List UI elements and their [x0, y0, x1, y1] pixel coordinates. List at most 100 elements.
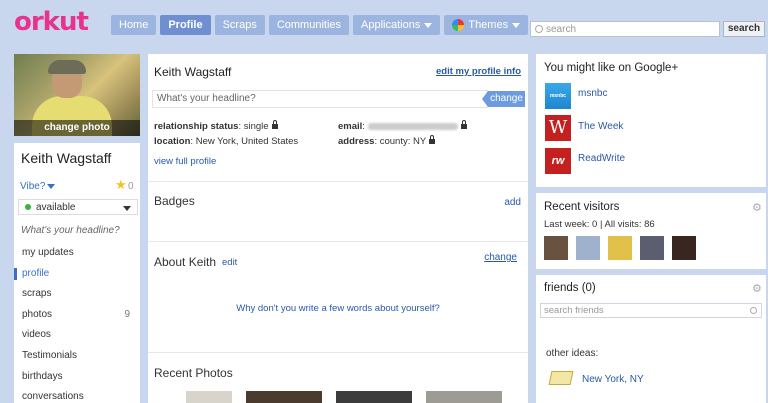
- headline-input[interactable]: What's your headline?: [152, 90, 488, 108]
- sidebar-item-videos[interactable]: videos: [14, 325, 140, 346]
- google-plus-title: You might like on Google+: [544, 62, 679, 74]
- sidebar-item-label: conversations: [22, 391, 84, 403]
- suggestion-new-york[interactable]: New York, NY: [582, 374, 644, 385]
- lock-icon: [271, 120, 278, 129]
- sidebar-item-label: photos: [22, 308, 53, 320]
- nav-applications[interactable]: Applications: [353, 15, 441, 35]
- sidebar-item-conversations[interactable]: conversations: [14, 387, 140, 403]
- recent-photo-thumb[interactable]: [186, 391, 232, 403]
- sidebar-item-label: videos: [22, 329, 51, 341]
- about-edit-link[interactable]: edit: [222, 257, 237, 268]
- nav-scraps[interactable]: Scraps: [214, 15, 265, 35]
- divider: [148, 352, 528, 353]
- sidebar-item-label: profile: [22, 267, 50, 279]
- sidebar-headline[interactable]: What's your headline?: [21, 225, 120, 236]
- orkut-logo[interactable]: orkut: [14, 7, 89, 37]
- search-button[interactable]: search: [723, 21, 765, 37]
- nav-themes[interactable]: Themes: [444, 15, 529, 35]
- badges-title: Badges: [154, 194, 195, 208]
- email-value-blurred: [367, 122, 458, 130]
- nav-home[interactable]: Home: [111, 15, 157, 35]
- profile-photo[interactable]: change photo: [14, 54, 140, 136]
- nav-profile[interactable]: Profile: [160, 15, 211, 35]
- about-prompt-link[interactable]: Why don't you write a few words about yo…: [148, 303, 528, 314]
- star-icon[interactable]: ★: [115, 177, 127, 193]
- address-value: county: NY: [379, 136, 427, 147]
- google-plus-item-the-week[interactable]: The Week: [578, 121, 623, 132]
- sidebar-item-testimonials[interactable]: Testimonials: [14, 346, 140, 367]
- sidebar-menu: my updates profile scraps photos 9 videos…: [14, 243, 140, 403]
- sidebar-item-label: Testimonials: [22, 349, 78, 361]
- about-change-link[interactable]: change: [484, 252, 517, 263]
- recent-photo-thumb[interactable]: [426, 391, 502, 403]
- the-week-logo[interactable]: W: [545, 115, 571, 141]
- recent-visitors-title: Recent visitors: [544, 201, 620, 213]
- lock-icon: [429, 135, 436, 144]
- address-label: address: [338, 136, 375, 147]
- sidebar-item-profile[interactable]: profile: [14, 264, 140, 285]
- location-value: New York, United States: [195, 136, 299, 147]
- status-label: available: [36, 201, 76, 213]
- badges-add-link[interactable]: add: [504, 197, 521, 208]
- relationship-value: single: [243, 121, 269, 132]
- recent-photos-title: Recent Photos: [154, 366, 233, 380]
- sidebar-name: Keith Wagstaff: [21, 150, 112, 166]
- friends-search-input[interactable]: search friends: [540, 303, 762, 318]
- readwrite-logo[interactable]: rw: [545, 148, 571, 174]
- other-ideas-label: other ideas:: [546, 348, 599, 359]
- vibe-dropdown[interactable]: Vibe?: [20, 181, 56, 192]
- recent-photo-thumb[interactable]: [336, 391, 412, 403]
- relationship-label: relationship status: [154, 121, 239, 132]
- msnbc-logo[interactable]: msnbc: [545, 83, 571, 109]
- chevron-down-icon: [123, 206, 131, 211]
- nav-applications-label: Applications: [361, 19, 421, 31]
- address-row: address: county: NY: [338, 135, 436, 147]
- avatar[interactable]: [544, 236, 568, 260]
- gear-icon[interactable]: ⚙: [752, 203, 762, 214]
- search-placeholder: search: [546, 23, 577, 35]
- search-icon: [750, 307, 757, 314]
- headline-change-button[interactable]: change: [482, 91, 525, 107]
- avatar[interactable]: [640, 236, 664, 260]
- search-input[interactable]: search: [530, 21, 720, 37]
- email-label: email: [338, 121, 363, 132]
- visitor-stats: Last week: 0 | All visits: 86: [544, 219, 655, 230]
- google-plus-panel: You might like on Google+ msnbc msnbc W …: [536, 54, 766, 187]
- profile-main: Keith Wagstaff edit my profile info What…: [148, 54, 528, 403]
- status-dropdown[interactable]: available: [18, 199, 138, 215]
- chevron-down-icon: [47, 183, 56, 189]
- location-label: location: [154, 136, 191, 147]
- map-icon: [548, 371, 574, 385]
- google-plus-item-readwrite[interactable]: ReadWrite: [578, 153, 625, 164]
- avatar[interactable]: [576, 236, 600, 260]
- divider: [148, 241, 528, 242]
- sidebar-item-photos[interactable]: photos 9: [14, 305, 140, 326]
- vibe-label: Vibe?: [20, 181, 46, 192]
- location-row: location: New York, United States: [154, 136, 299, 147]
- star-count: 0: [128, 181, 134, 192]
- relationship-row: relationship status: single: [154, 120, 278, 132]
- sidebar-item-label: my updates: [22, 247, 74, 258]
- sidebar-item-label: scraps: [22, 288, 52, 300]
- top-bar: orkut Home Profile Scraps Communities Ap…: [0, 0, 768, 46]
- chevron-down-icon: [424, 22, 433, 28]
- friends-title: friends (0): [544, 282, 596, 294]
- search-icon: [535, 25, 543, 33]
- photo-person-hat: [48, 60, 86, 74]
- sidebar-item-my-updates[interactable]: my updates: [14, 243, 140, 264]
- gear-icon[interactable]: ⚙: [752, 284, 762, 295]
- left-sidebar: Keith Wagstaff Vibe? ★ 0 available What'…: [14, 143, 140, 403]
- edit-profile-link[interactable]: edit my profile info: [436, 66, 521, 77]
- google-plus-item-msnbc[interactable]: msnbc: [578, 88, 607, 99]
- view-full-profile-link[interactable]: view full profile: [154, 156, 216, 167]
- recent-photo-thumb[interactable]: [246, 391, 322, 403]
- sidebar-item-label: birthdays: [22, 370, 63, 382]
- change-photo-link[interactable]: change photo: [14, 120, 140, 136]
- sidebar-item-scraps[interactable]: scraps: [14, 284, 140, 305]
- chevron-down-icon: [512, 22, 521, 28]
- avatar[interactable]: [672, 236, 696, 260]
- avatar[interactable]: [608, 236, 632, 260]
- sidebar-item-birthdays[interactable]: birthdays: [14, 367, 140, 388]
- nav-themes-label: Themes: [468, 19, 509, 31]
- nav-communities[interactable]: Communities: [268, 15, 350, 35]
